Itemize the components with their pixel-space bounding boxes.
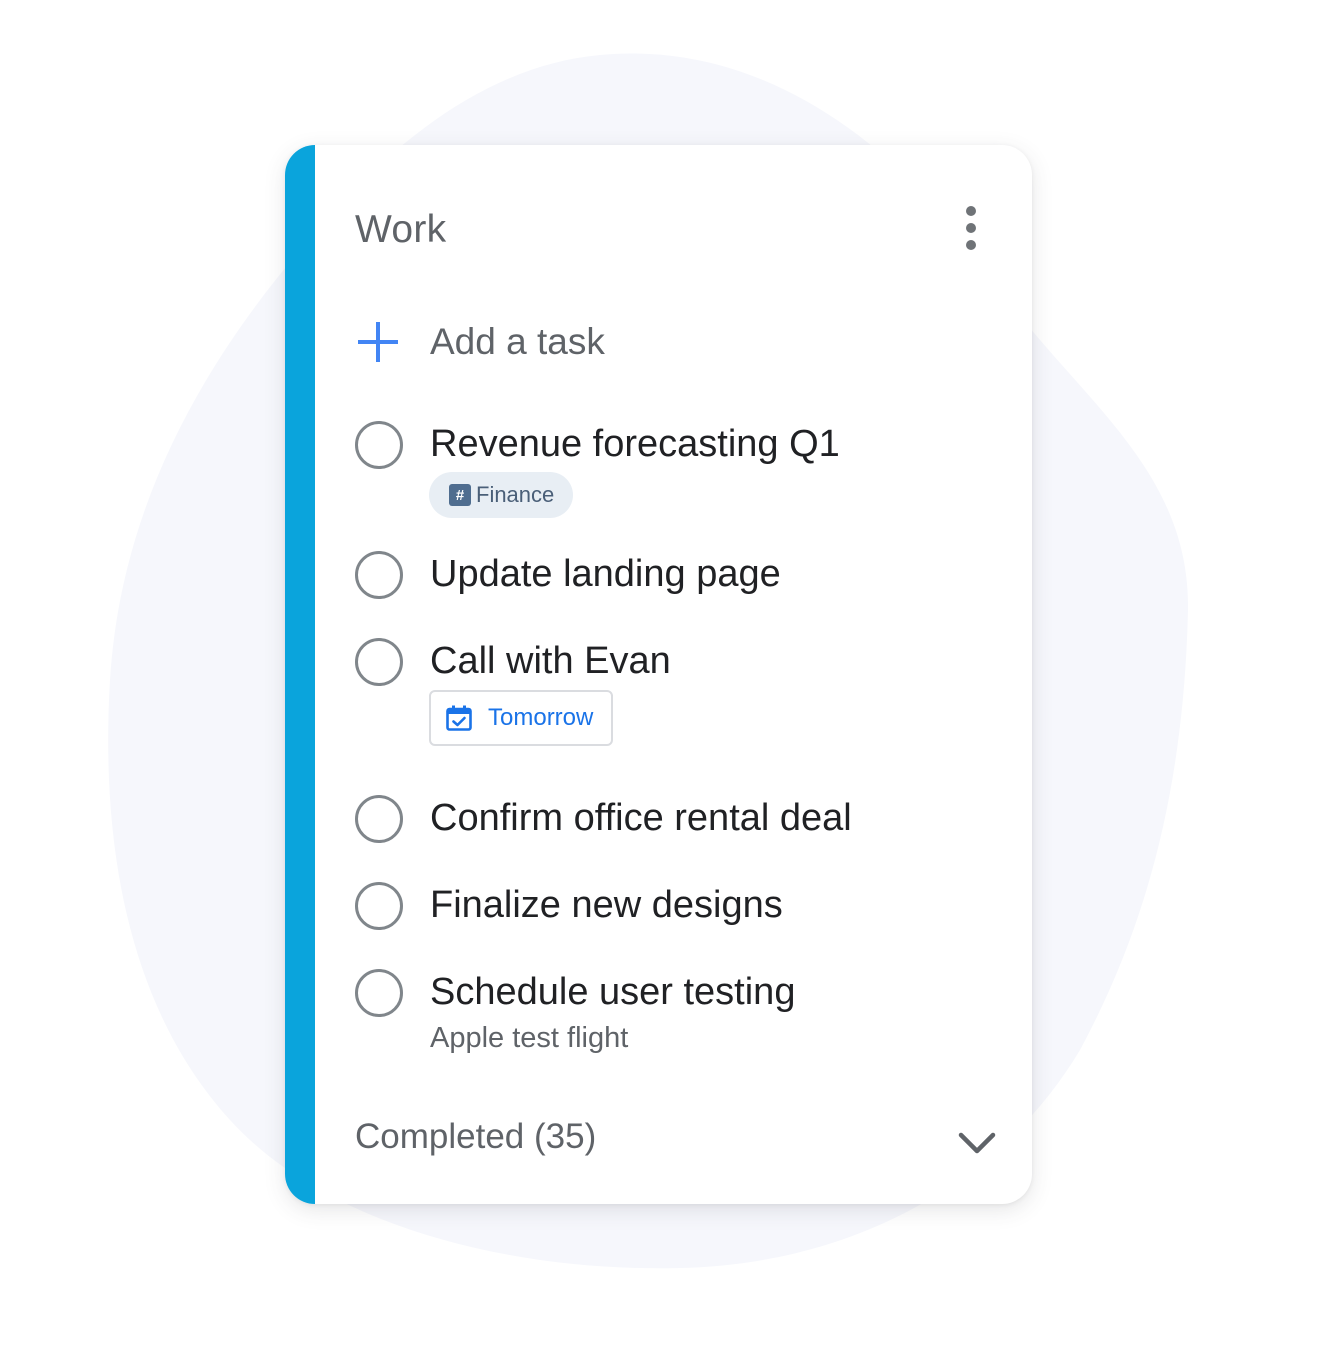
list-title: Work	[355, 208, 447, 251]
menu-dot	[966, 206, 976, 216]
due-date-chip[interactable]: Tomorrow	[429, 690, 614, 746]
due-date-label: Tomorrow	[488, 704, 594, 731]
task-checkbox[interactable]	[355, 421, 403, 469]
task-checkbox[interactable]	[355, 551, 403, 599]
plus-icon	[358, 322, 398, 362]
add-task-label: Add a task	[430, 321, 605, 362]
card-accent-bar	[285, 145, 315, 1204]
task-checkbox[interactable]	[355, 969, 403, 1017]
task-checkbox[interactable]	[355, 795, 403, 843]
task-title[interactable]: Confirm office rental deal	[430, 795, 852, 841]
task-title[interactable]: Schedule user testing	[430, 969, 795, 1015]
hash-icon: #	[449, 484, 471, 506]
task-checkbox[interactable]	[355, 638, 403, 686]
task-list-card: Work Add a task Revenue forecasting Q1 #…	[285, 145, 1032, 1204]
task-title[interactable]: Update landing page	[430, 551, 781, 597]
tag-chip-finance[interactable]: # Finance	[429, 472, 574, 518]
task-title[interactable]: Revenue forecasting Q1	[430, 421, 840, 467]
chevron-down-icon	[958, 1132, 996, 1154]
add-task-button[interactable]: Add a task	[355, 315, 605, 369]
task-details: Apple test flight	[430, 1022, 629, 1054]
menu-dot	[966, 223, 976, 233]
calendar-check-icon	[446, 705, 472, 731]
completed-label: Completed (35)	[355, 1117, 597, 1156]
tag-label: Finance	[476, 482, 555, 507]
menu-dot	[966, 240, 976, 250]
task-title[interactable]: Finalize new designs	[430, 882, 783, 928]
more-vert-icon[interactable]	[955, 203, 987, 253]
task-title[interactable]: Call with Evan	[430, 638, 671, 684]
task-checkbox[interactable]	[355, 882, 403, 930]
completed-section-toggle[interactable]: Completed (35)	[355, 1113, 997, 1165]
